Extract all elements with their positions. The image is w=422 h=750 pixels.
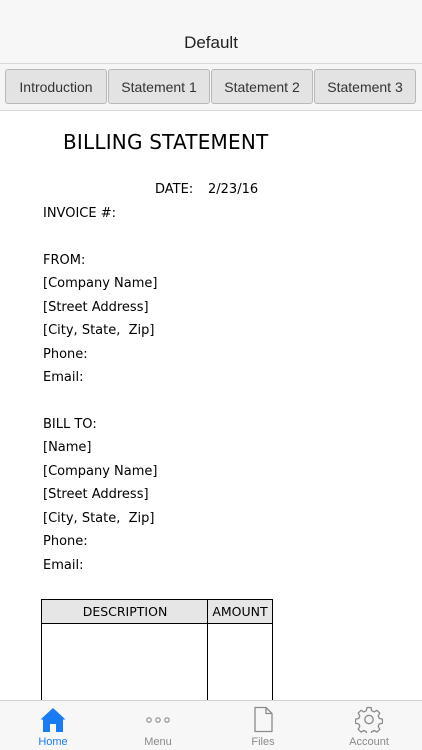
account-label: Account (349, 736, 389, 748)
from-email: Email: (43, 370, 84, 385)
bill-to-label: BILL TO: (43, 417, 97, 432)
document-title: BILLING STATEMENT (63, 130, 269, 154)
gear-icon (355, 706, 383, 733)
bill-to-city-state-zip: [City, State, Zip] (43, 511, 155, 526)
files-label: Files (251, 736, 275, 748)
menu-label: Menu (144, 736, 172, 748)
invoice-label: INVOICE #: (43, 206, 116, 221)
more-dots-icon (146, 717, 170, 723)
from-city-state-zip: [City, State, Zip] (43, 323, 155, 338)
segmented-tabs: Introduction Statement 1 Statement 2 Sta… (0, 64, 422, 111)
bill-to-email: Email: (43, 558, 84, 573)
from-street-address: [Street Address] (43, 300, 149, 315)
file-icon (254, 706, 273, 733)
document-view[interactable]: BILLING STATEMENT DATE: 2/23/16 INVOICE … (0, 112, 422, 700)
tab-statement-1[interactable]: Statement 1 (108, 69, 210, 104)
bottom-tab-home[interactable]: Home (13, 701, 93, 750)
home-label: Home (38, 736, 68, 748)
description-header: DESCRIPTION (82, 604, 168, 619)
column-divider (207, 600, 208, 700)
tab-statement-2[interactable]: Statement 2 (211, 69, 313, 104)
table-header-row: DESCRIPTION AMOUNT (42, 600, 272, 624)
bottom-tab-bar: Home Menu Files Account (0, 700, 422, 750)
bill-to-company-name: [Company Name] (43, 464, 158, 479)
bill-to-street-address: [Street Address] (43, 487, 149, 502)
tab-introduction[interactable]: Introduction (5, 69, 107, 104)
tab-statement-3[interactable]: Statement 3 (314, 69, 416, 104)
from-label: FROM: (43, 253, 86, 268)
bottom-tab-files[interactable]: Files (223, 701, 303, 750)
bill-to-name: [Name] (43, 440, 92, 455)
line-items-table: DESCRIPTION AMOUNT (41, 599, 273, 700)
bottom-tab-menu[interactable]: Menu (118, 701, 198, 750)
home-icon (40, 708, 66, 732)
nav-title: Default (184, 33, 238, 52)
amount-header: AMOUNT (212, 604, 268, 619)
bottom-tab-account[interactable]: Account (329, 701, 409, 750)
navigation-bar: Default (0, 0, 422, 64)
date-value: 2/23/16 (208, 182, 259, 197)
bill-to-phone: Phone: (43, 534, 88, 549)
date-label: DATE: (155, 182, 194, 197)
from-phone: Phone: (43, 347, 88, 362)
from-company-name: [Company Name] (43, 276, 158, 291)
